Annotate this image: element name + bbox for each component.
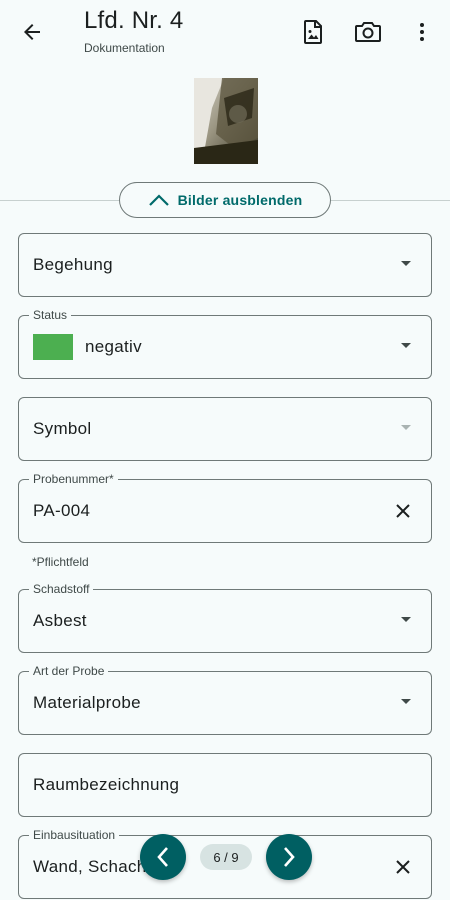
- arrow-back-icon: [24, 24, 40, 40]
- close-icon: [396, 860, 410, 874]
- art-der-probe-value: Materialprobe: [33, 693, 141, 712]
- photo-thumbnail[interactable]: [194, 78, 258, 164]
- close-icon: [396, 504, 410, 518]
- camera-button[interactable]: [350, 14, 386, 50]
- einbausituation-value[interactable]: Wand, Schacht: [33, 836, 152, 898]
- dropdown-arrow-icon: [401, 261, 411, 266]
- status-select[interactable]: Status negativ: [18, 308, 432, 379]
- clear-probennummer-button[interactable]: [391, 499, 415, 523]
- begehung-value: Begehung: [33, 255, 113, 274]
- dropdown-arrow-icon: [401, 343, 411, 348]
- status-value-row: negativ: [33, 316, 142, 378]
- hide-images-button[interactable]: Bilder ausblenden: [119, 182, 331, 218]
- clear-einbausituation-button[interactable]: [391, 855, 415, 879]
- status-color-swatch: [33, 334, 73, 360]
- record-pager: 6 / 9: [140, 834, 312, 880]
- photo-image: [194, 78, 258, 164]
- previous-button[interactable]: [140, 834, 186, 880]
- symbol-select[interactable]: Symbol: [18, 397, 432, 461]
- more-options-button[interactable]: [404, 14, 440, 50]
- back-button[interactable]: [14, 14, 50, 50]
- symbol-value: Symbol: [33, 419, 92, 438]
- dropdown-arrow-icon: [401, 425, 411, 430]
- next-button[interactable]: [266, 834, 312, 880]
- begehung-select[interactable]: Begehung: [18, 233, 432, 297]
- schadstoff-select[interactable]: Schadstoff Asbest: [18, 582, 432, 653]
- schadstoff-value: Asbest: [33, 611, 87, 630]
- required-field-note: *Pflichtfeld: [32, 555, 89, 569]
- hide-images-label: Bilder ausblenden: [177, 192, 303, 208]
- page-subtitle: Dokumentation: [84, 41, 165, 55]
- dropdown-arrow-icon: [401, 699, 411, 704]
- dropdown-arrow-icon: [401, 617, 411, 622]
- more-vert-icon: [420, 23, 424, 41]
- chevron-right-icon: [284, 847, 295, 867]
- image-document-button[interactable]: [295, 14, 331, 50]
- camera-icon: [355, 22, 381, 42]
- page-indicator: 6 / 9: [200, 844, 252, 870]
- probennummer-value[interactable]: PA-004: [33, 480, 90, 542]
- art-der-probe-select[interactable]: Art der Probe Materialprobe: [18, 664, 432, 735]
- raumbezeichnung-value[interactable]: Raumbezeichnung: [33, 754, 179, 816]
- image-document-icon: [304, 20, 322, 44]
- status-value: negativ: [85, 337, 142, 356]
- chevron-up-icon: [148, 194, 169, 206]
- page-title: Lfd. Nr. 4: [84, 7, 184, 34]
- app-bar: Lfd. Nr. 4 Dokumentation: [0, 0, 450, 64]
- raumbezeichnung-field[interactable]: Raumbezeichnung: [18, 753, 432, 817]
- chevron-left-icon: [157, 847, 168, 867]
- probennummer-field[interactable]: Probenummer* PA-004: [18, 472, 432, 543]
